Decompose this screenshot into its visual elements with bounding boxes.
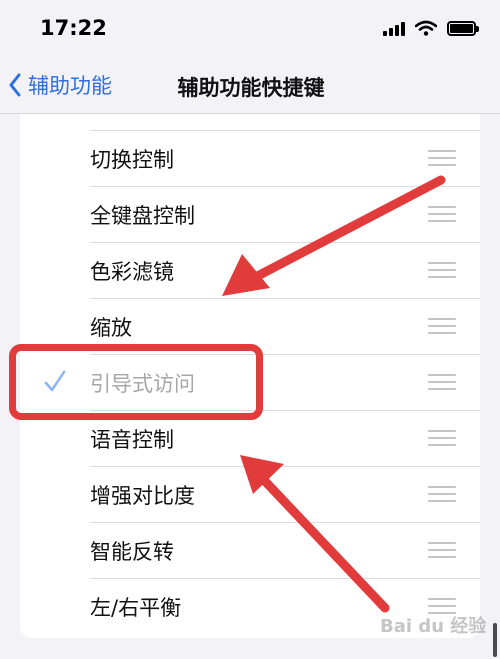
watermark: Bai du 经验 [380, 616, 487, 637]
drag-handle-icon[interactable] [428, 318, 456, 334]
drag-handle-icon[interactable] [428, 430, 456, 446]
list-item-label: 增强对比度 [90, 484, 195, 508]
status-bar: 17:22 [0, 0, 500, 58]
list-item-label: 全键盘控制 [90, 204, 195, 228]
list-item[interactable]: 全键盘控制 [20, 186, 480, 242]
list-item-label: 智能反转 [90, 540, 174, 564]
cellular-signal-icon [383, 21, 405, 36]
list-item-selected[interactable]: 引导式访问 [20, 354, 480, 410]
status-time: 17:22 [40, 16, 107, 40]
status-icons [383, 20, 479, 36]
battery-icon [447, 20, 479, 36]
shortcut-list: 切换控制 全键盘控制 色彩滤镜 缩放 引导式访问 语音控制 增强对比度 智能反转 [20, 114, 480, 638]
drag-handle-icon[interactable] [428, 542, 456, 558]
list-item-label: 左/右平衡 [90, 596, 182, 620]
drag-handle-icon[interactable] [428, 374, 456, 390]
page-title: 辅助功能快捷键 [177, 76, 325, 100]
list-item[interactable]: 增强对比度 [20, 466, 480, 522]
drag-handle-icon[interactable] [428, 150, 456, 166]
navigation-bar: 辅助功能 辅助功能快捷键 [0, 58, 500, 114]
drag-handle-icon[interactable] [428, 262, 456, 278]
list-item-label: 缩放 [90, 316, 132, 340]
wifi-icon [415, 20, 437, 36]
list-item[interactable]: 智能反转 [20, 522, 480, 578]
list-item[interactable]: 语音控制 [20, 410, 480, 466]
list-item-label: 语音控制 [90, 428, 174, 452]
drag-handle-icon[interactable] [428, 486, 456, 502]
list-item[interactable]: 色彩滤镜 [20, 242, 480, 298]
list-item-label: 切换控制 [90, 148, 174, 172]
list-item-label: 引导式访问 [90, 372, 195, 396]
drag-handle-icon[interactable] [428, 206, 456, 222]
list-item[interactable]: 切换控制 [20, 130, 480, 186]
list-item-label: 色彩滤镜 [90, 260, 174, 284]
scroll-indicator[interactable] [493, 623, 497, 657]
list-item[interactable]: 缩放 [20, 298, 480, 354]
checkmark-icon [44, 370, 66, 392]
